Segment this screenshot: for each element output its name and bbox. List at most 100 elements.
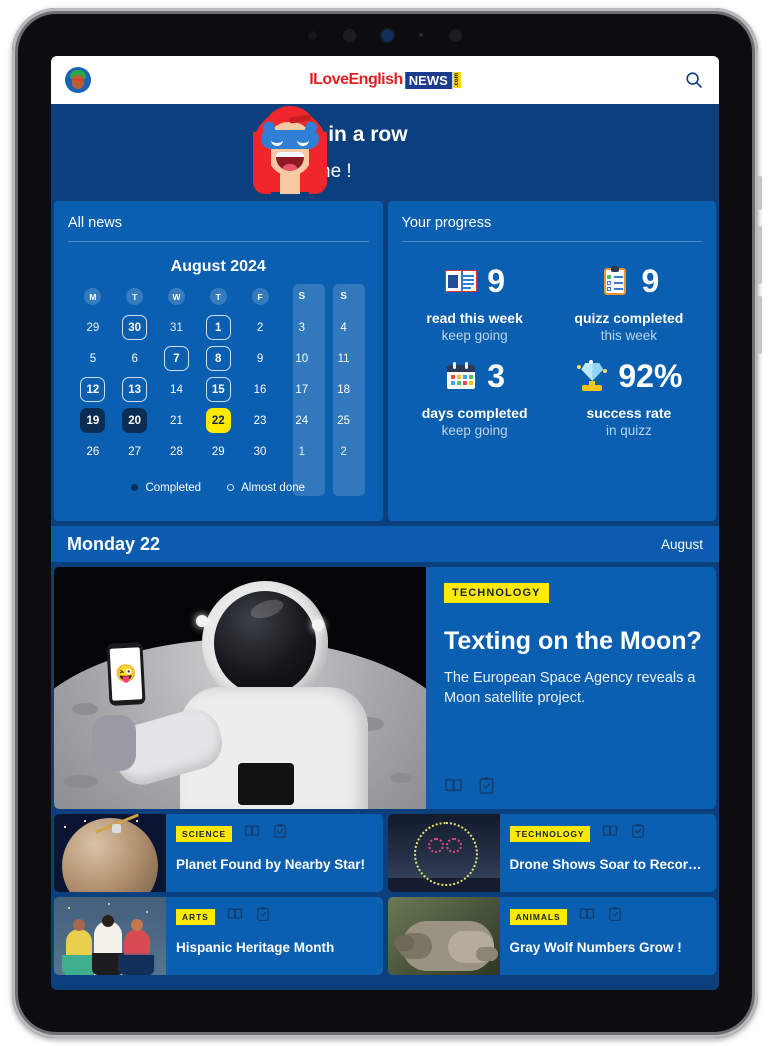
calendar-day-12[interactable]: 12: [80, 377, 106, 402]
stat-sublabel: keep going: [441, 423, 508, 438]
calendar-day-29[interactable]: 29: [206, 439, 231, 464]
article-card-tag[interactable]: SCIENCE: [176, 825, 233, 842]
calendar-day-9[interactable]: 9: [248, 346, 273, 371]
quiz-icon[interactable]: [630, 823, 646, 844]
calendar-day-1[interactable]: 1: [205, 315, 231, 340]
read-icon[interactable]: [602, 823, 618, 844]
article-card[interactable]: SCIENCE Planet Found by Nearby Star!: [54, 814, 383, 892]
tablet-sensor-array: [12, 28, 758, 42]
front-camera-icon: [382, 29, 393, 41]
article-card[interactable]: ANIMALS Gray Wolf Numbers Grow !: [387, 897, 717, 975]
calendar-grid: M T W T F S S 29 30 31 1 2 3 4 5 6 7 8 9 10 11 12 13 14 15 16 17 18…: [72, 288, 365, 464]
stat-sublabel: in quizz: [605, 423, 652, 438]
article-card-tag[interactable]: ANIMALS: [509, 908, 567, 925]
calendar-day-27[interactable]: 27: [122, 439, 147, 464]
featured-article[interactable]: 😜 TECHNOLOGY Texting on the Moon? The Eu…: [54, 567, 716, 809]
read-icon[interactable]: [244, 823, 260, 844]
calendar-day-28[interactable]: 28: [164, 439, 189, 464]
stat-success-rate: 92% success rate in quizz: [552, 353, 706, 438]
calendar-day-22[interactable]: 22: [205, 408, 231, 433]
calendar-weekday-header: M: [84, 288, 102, 305]
calendar-day-23[interactable]: 23: [248, 408, 273, 433]
calendar-day-25[interactable]: 25: [331, 408, 356, 433]
calendar-day-11[interactable]: 11: [331, 346, 356, 371]
calendar-weekday-header: T: [209, 288, 227, 305]
quiz-icon[interactable]: [272, 823, 288, 844]
calendar-day-20[interactable]: 20: [122, 408, 148, 433]
calendar-day-18[interactable]: 18: [331, 377, 356, 402]
article-card[interactable]: ARTS Hispanic Heritage Month: [54, 897, 383, 975]
calendar-day-21[interactable]: 21: [164, 408, 189, 433]
calendar-icon: [444, 361, 478, 391]
stat-value: 92%: [618, 358, 683, 394]
calendar-day-30[interactable]: 30: [248, 439, 273, 464]
volume-up-button[interactable]: [758, 226, 762, 284]
mascot-mask: [261, 130, 319, 149]
all-news-panel: All news August 2024 M T W T F S S 29 30 31 1 2 3 4 5 6…: [54, 201, 383, 521]
your-progress-title: Your progress: [401, 215, 492, 231]
article-card-title: Drone Shows Soar to Records!: [509, 857, 709, 872]
calendar-weekday-header: S: [298, 291, 306, 302]
calendar-day-29[interactable]: 29: [80, 315, 105, 340]
calendar-day-1[interactable]: 1: [289, 439, 314, 464]
featured-article-body: TECHNOLOGY Texting on the Moon? The Euro…: [426, 567, 716, 809]
calendar-day-10[interactable]: 10: [289, 346, 314, 371]
featured-category-tag[interactable]: TECHNOLOGY: [444, 583, 549, 603]
calendar-day-14[interactable]: 14: [164, 377, 189, 402]
stat-value: 9: [487, 263, 506, 299]
stat-label: read this week: [426, 310, 523, 326]
calendar-day-2[interactable]: 2: [248, 315, 273, 340]
site-logo[interactable]: ILoveEnglish NEWS .com: [309, 71, 461, 89]
calendar-day-8[interactable]: 8: [205, 346, 231, 371]
article-card-title: Planet Found by Nearby Star!: [176, 857, 366, 872]
calendar-day-31[interactable]: 31: [164, 315, 189, 340]
calendar-day-26[interactable]: 26: [80, 439, 105, 464]
stat-value: 9: [641, 263, 660, 299]
calendar-day-17[interactable]: 17: [289, 377, 314, 402]
read-icon[interactable]: [579, 906, 595, 927]
power-button[interactable]: [758, 176, 762, 210]
sensor-dot-1: [308, 30, 317, 40]
calendar-day-19[interactable]: 19: [80, 408, 106, 433]
calendar-day-24[interactable]: 24: [289, 408, 314, 433]
tablet-frame: ILoveEnglish NEWS .com 3 days in a row !…: [12, 8, 762, 1038]
calendar-day-15[interactable]: 15: [205, 377, 231, 402]
streak-banner: 3 days in a row Well done !: [51, 104, 719, 201]
legend-label: Completed: [145, 482, 202, 494]
volume-down-button[interactable]: [758, 296, 762, 354]
date-bar: Monday 22 August: [51, 526, 719, 562]
stat-sublabel: this week: [600, 328, 658, 343]
calendar-weekday-header: S: [340, 291, 347, 302]
read-icon[interactable]: [444, 776, 463, 795]
article-card-body: ANIMALS Gray Wolf Numbers Grow !: [500, 897, 717, 975]
article-card[interactable]: TECHNOLOGY Drone Shows Soar to Records!: [387, 814, 716, 892]
article-card-tag[interactable]: TECHNOLOGY: [509, 825, 591, 842]
featured-actions: [444, 776, 496, 795]
calendar-day-30[interactable]: 30: [122, 315, 148, 340]
avatar-mask: [73, 79, 83, 81]
logo-text-domain: .com: [452, 71, 461, 88]
calendar-day-6[interactable]: 6: [122, 346, 147, 371]
search-icon[interactable]: [683, 69, 705, 91]
article-card-tag[interactable]: ARTS: [176, 908, 215, 925]
read-icon[interactable]: [227, 906, 243, 927]
calendar-day-5[interactable]: 5: [80, 346, 105, 371]
logo-text-primary: ILoveEnglish: [309, 71, 403, 88]
calendar-day-16[interactable]: 16: [248, 377, 273, 402]
stat-quizz-completed: 9 quizz completed this week: [552, 258, 706, 343]
legend-completed-marker: [131, 484, 139, 492]
quiz-icon[interactable]: [607, 906, 623, 927]
calendar-day-2[interactable]: 2: [331, 439, 356, 464]
quiz-icon[interactable]: [477, 776, 496, 795]
calendar-day-3[interactable]: 3: [289, 315, 314, 340]
calendar-day-13[interactable]: 13: [122, 377, 148, 402]
calendar-day-7[interactable]: 7: [163, 346, 189, 371]
trophy-gem-icon: [575, 360, 609, 391]
calendar-day-4[interactable]: 4: [331, 315, 356, 340]
newspaper-icon: [444, 266, 478, 296]
legend-almost-marker: [227, 484, 235, 492]
quiz-icon[interactable]: [255, 906, 271, 927]
stat-sublabel: keep going: [441, 328, 508, 343]
avatar[interactable]: [65, 67, 91, 93]
sensor-dot-5: [449, 28, 462, 42]
